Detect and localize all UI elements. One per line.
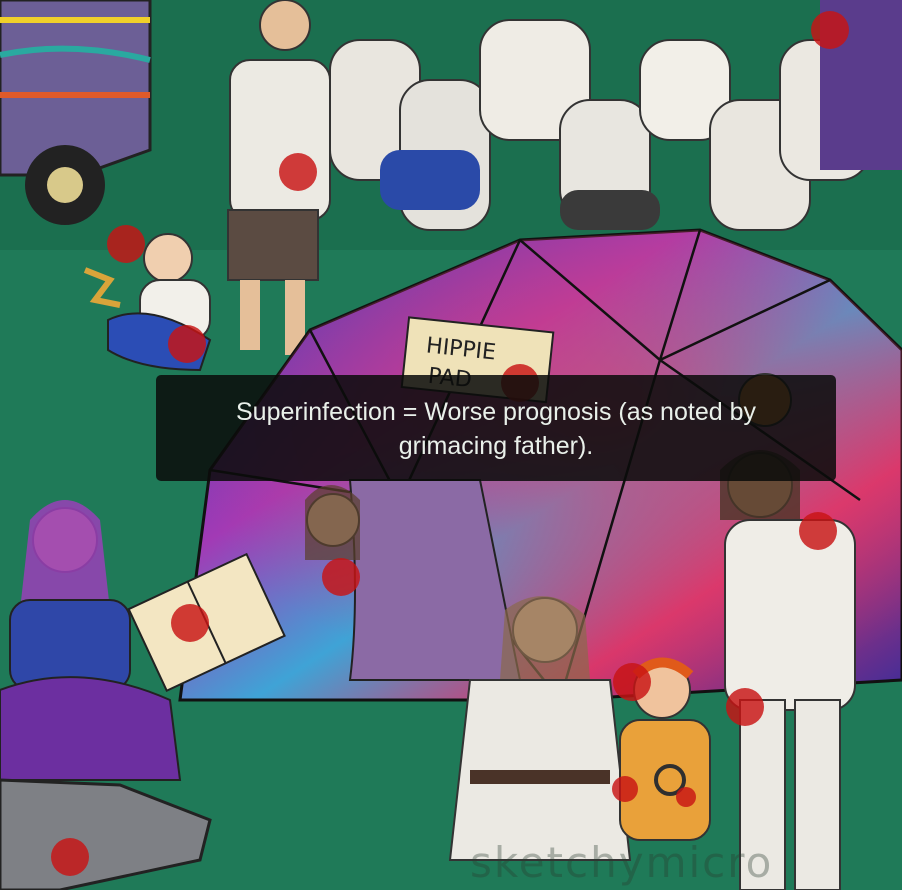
hotspot-baby-keys[interactable] xyxy=(107,225,145,263)
hotspot-child-head[interactable] xyxy=(613,663,651,701)
hotspot-tooltip: Superinfection = Worse prognosis (as not… xyxy=(156,375,836,481)
hotspot-father-hand-low[interactable] xyxy=(726,688,764,726)
hotspot-standing-man[interactable] xyxy=(279,153,317,191)
watermark: sketchymicro xyxy=(470,838,774,887)
hotspot-rock[interactable] xyxy=(51,838,89,876)
hotspot-baby-blanket[interactable] xyxy=(168,325,206,363)
curtain-woman xyxy=(305,485,360,560)
hotspot-mother-hand[interactable] xyxy=(612,776,638,802)
hotspot-child-necklace[interactable] xyxy=(676,787,696,807)
hotspot-reverse-book[interactable] xyxy=(171,604,209,642)
hotspot-curtain-woman[interactable] xyxy=(322,558,360,596)
hotspot-top-right[interactable] xyxy=(811,11,849,49)
tooltip-text: Superinfection = Worse prognosis (as not… xyxy=(236,398,756,460)
hotspot-father-hand[interactable] xyxy=(799,512,837,550)
